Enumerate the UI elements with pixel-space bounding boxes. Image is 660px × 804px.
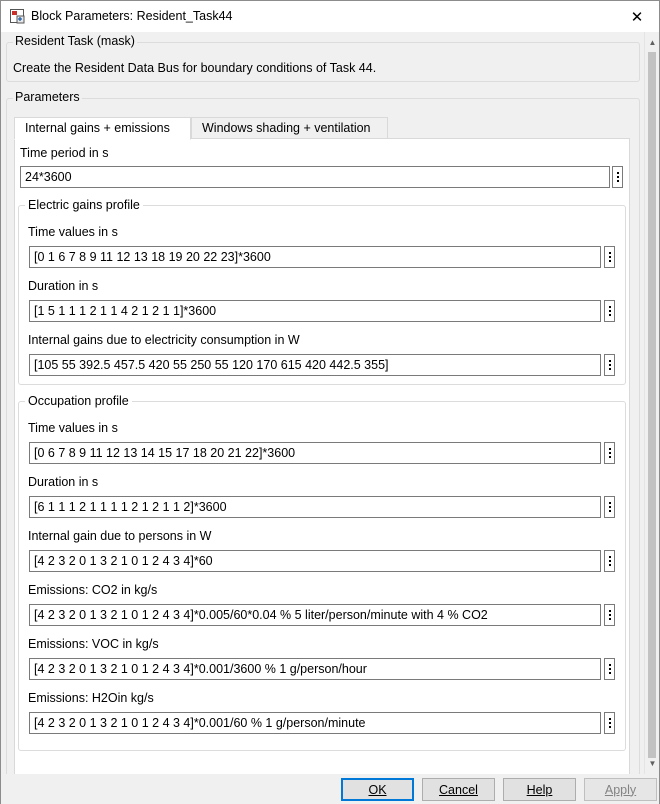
electric-time-values-label: Time values in s	[28, 225, 118, 239]
parameters-legend: Parameters	[13, 90, 82, 104]
tab-panel-internal-gains: Time period in s 24*3600 Electric gains …	[14, 138, 630, 778]
co2-emissions-input[interactable]: [4 2 3 2 0 1 3 2 1 0 1 2 4 3 4]*0.005/60…	[29, 604, 601, 626]
electric-gains-more-icon[interactable]	[604, 354, 615, 376]
tab-internal-gains[interactable]: Internal gains + emissions	[14, 117, 191, 140]
time-period-label: Time period in s	[20, 146, 109, 160]
title-bar[interactable]: Block Parameters: Resident_Task44 ✕	[1, 1, 659, 32]
co2-emissions-label: Emissions: CO2 in kg/s	[28, 583, 158, 597]
ok-button[interactable]: OK	[341, 778, 414, 801]
time-period-more-icon[interactable]	[612, 166, 623, 188]
scroll-down-arrow-icon[interactable]: ▼	[645, 756, 660, 771]
electric-duration-more-icon[interactable]	[604, 300, 615, 322]
occupation-legend: Occupation profile	[25, 394, 132, 408]
electric-duration-input[interactable]: [1 5 1 1 1 2 1 1 4 2 1 2 1 1]*3600	[29, 300, 601, 322]
persons-gain-label: Internal gain due to persons in W	[28, 529, 212, 543]
scroll-up-arrow-icon[interactable]: ▲	[645, 35, 660, 50]
time-period-input[interactable]: 24*3600	[20, 166, 610, 188]
occupation-duration-input[interactable]: [6 1 1 1 2 1 1 1 1 2 1 2 1 1 2]*3600	[29, 496, 601, 518]
block-parameters-dialog: Block Parameters: Resident_Task44 ✕ Resi…	[0, 0, 660, 804]
persons-gain-more-icon[interactable]	[604, 550, 615, 572]
electric-duration-label: Duration in s	[28, 279, 99, 293]
occupation-time-values-label: Time values in s	[28, 421, 118, 435]
electric-gains-label: Internal gains due to electricity consum…	[28, 333, 300, 347]
simulink-block-icon	[10, 9, 25, 24]
h2o-emissions-label: Emissions: H2Oin kg/s	[28, 691, 154, 705]
occupation-time-values-more-icon[interactable]	[604, 442, 615, 464]
voc-emissions-label: Emissions: VOC in kg/s	[28, 637, 159, 651]
occupation-time-values-input[interactable]: [0 6 7 8 9 11 12 13 14 15 17 18 20 21 22…	[29, 442, 601, 464]
tab-label: Windows shading + ventilation	[202, 121, 371, 135]
electric-gains-legend: Electric gains profile	[25, 198, 143, 212]
mask-legend: Resident Task (mask)	[13, 34, 137, 48]
h2o-emissions-input[interactable]: [4 2 3 2 0 1 3 2 1 0 1 2 4 3 4]*0.001/60…	[29, 712, 601, 734]
persons-gain-input[interactable]: [4 2 3 2 0 1 3 2 1 0 1 2 4 3 4]*60	[29, 550, 601, 572]
scrollbar-thumb[interactable]	[648, 52, 656, 758]
vertical-scrollbar[interactable]: ▲ ▼	[644, 32, 659, 774]
mask-description: Create the Resident Data Bus for boundar…	[13, 61, 377, 75]
voc-emissions-more-icon[interactable]	[604, 658, 615, 680]
parameter-tabs: Internal gains + emissions Windows shadi…	[14, 117, 388, 140]
occupation-group: Occupation profile Time values in s [0 6…	[18, 394, 626, 751]
voc-emissions-input[interactable]: [4 2 3 2 0 1 3 2 1 0 1 2 4 3 4]*0.001/36…	[29, 658, 601, 680]
h2o-emissions-more-icon[interactable]	[604, 712, 615, 734]
co2-emissions-more-icon[interactable]	[604, 604, 615, 626]
electric-time-values-more-icon[interactable]	[604, 246, 615, 268]
window-title: Block Parameters: Resident_Task44	[31, 9, 233, 23]
occupation-duration-label: Duration in s	[28, 475, 99, 489]
cancel-button[interactable]: Cancel	[422, 778, 495, 801]
close-button[interactable]: ✕	[615, 1, 659, 32]
electric-gains-group: Electric gains profile Time values in s …	[18, 198, 626, 385]
cancel-button-label: Cancel	[439, 782, 478, 797]
close-icon: ✕	[630, 8, 644, 26]
electric-time-values-input[interactable]: [0 1 6 7 8 9 11 12 13 18 19 20 22 23]*36…	[29, 246, 601, 268]
apply-button-label: Apply	[604, 782, 637, 797]
tab-label: Internal gains + emissions	[25, 121, 170, 135]
apply-button[interactable]: Apply	[584, 778, 657, 801]
electric-gains-input[interactable]: [105 55 392.5 457.5 420 55 250 55 120 17…	[29, 354, 601, 376]
dialog-footer: OK Cancel Help Apply	[1, 774, 659, 804]
tab-windows-shading[interactable]: Windows shading + ventilation	[191, 117, 388, 139]
help-button[interactable]: Help	[503, 778, 576, 801]
mask-group: Resident Task (mask) Create the Resident…	[6, 34, 640, 82]
ok-button-label: OK	[368, 782, 387, 797]
help-button-label: Help	[526, 782, 553, 797]
occupation-duration-more-icon[interactable]	[604, 496, 615, 518]
